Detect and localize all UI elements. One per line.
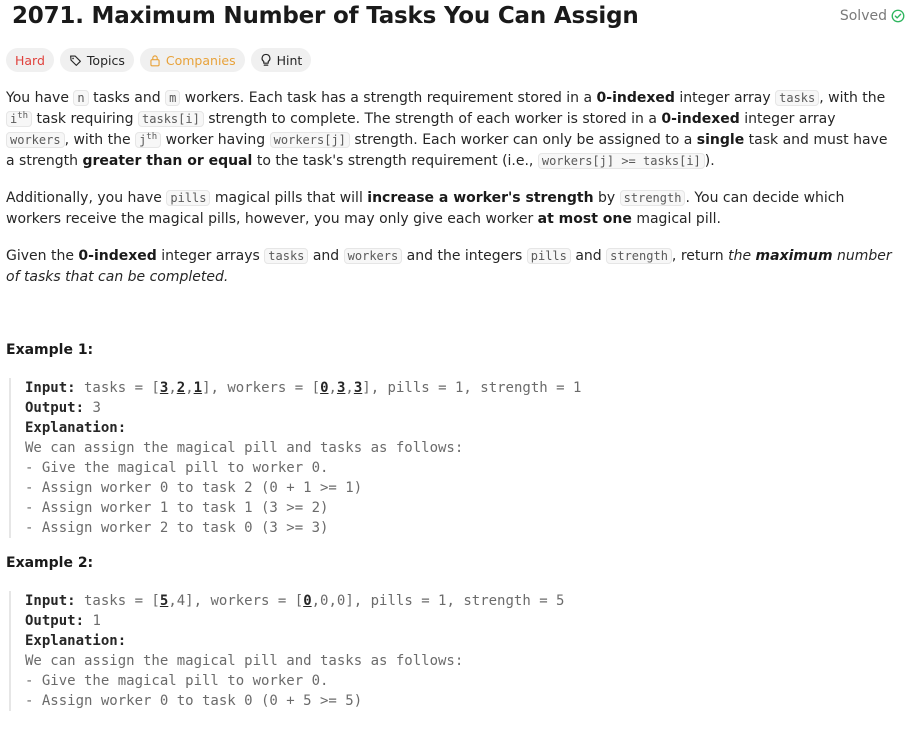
difficulty-badge: Hard — [6, 48, 54, 72]
solved-label: Solved — [839, 8, 887, 24]
tag-icon — [69, 54, 82, 67]
hint-button[interactable]: Hint — [250, 48, 312, 72]
example-1-title: Example 1: — [6, 342, 94, 358]
hint-label: Hint — [276, 52, 303, 68]
difficulty-label: Hard — [15, 52, 45, 68]
example-2-block: Input: tasks = [5,4], workers = [0,0,0],… — [9, 591, 565, 711]
companies-label: Companies — [165, 52, 236, 68]
description-paragraph-3: Given the 0-indexed integer arrays tasks… — [6, 248, 892, 285]
companies-button[interactable]: Companies — [139, 48, 245, 72]
example-1-block: Input: tasks = [3,2,1], workers = [0,3,3… — [9, 378, 581, 538]
description-paragraph-1: You have n tasks and m workers. Each tas… — [6, 90, 888, 169]
description-paragraph-2: Additionally, you have pills magical pil… — [6, 190, 845, 227]
problem-page: 2071. Maximum Number of Tasks You Can As… — [0, 0, 919, 730]
tag-chips: Hard Topics Companies Hint — [6, 48, 312, 72]
lightbulb-icon — [260, 53, 272, 67]
problem-description: You have n tasks and m workers. Each tas… — [6, 88, 898, 304]
lock-icon — [149, 54, 161, 67]
problem-title: 2071. Maximum Number of Tasks You Can As… — [12, 3, 639, 29]
solved-status: Solved — [840, 8, 905, 24]
topics-button[interactable]: Topics — [59, 48, 134, 72]
topics-label: Topics — [86, 52, 125, 68]
check-circle-icon — [891, 9, 905, 23]
title-row: 2071. Maximum Number of Tasks You Can As… — [6, 0, 919, 40]
example-2-title: Example 2: — [6, 555, 94, 571]
